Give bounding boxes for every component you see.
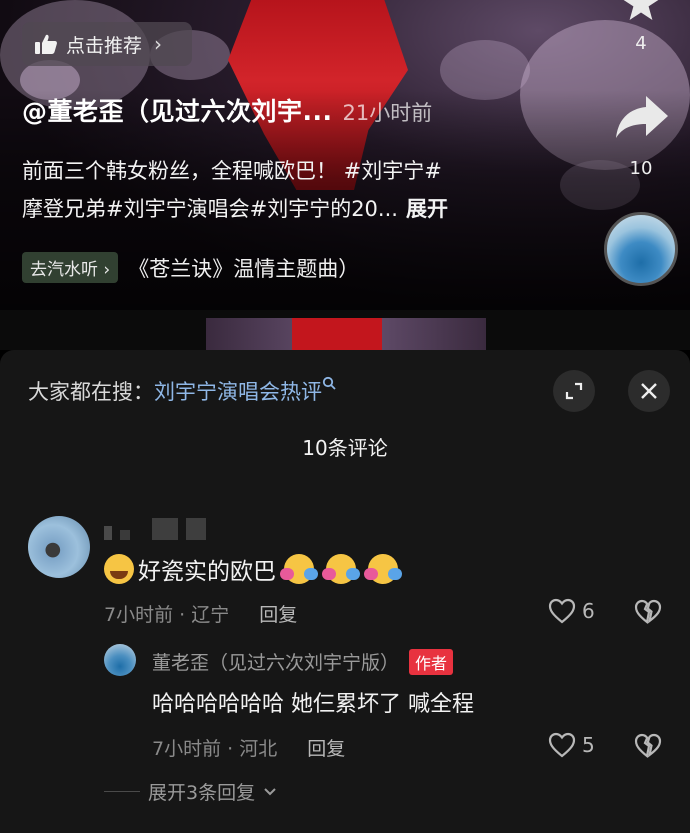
reply-button[interactable]: 回复	[259, 600, 297, 627]
close-button[interactable]	[628, 370, 670, 412]
crying-laughing-emoji	[104, 554, 134, 584]
like-button[interactable]: 5	[548, 732, 595, 758]
comment-meta: 7小时前 · 辽宁 回复	[104, 600, 297, 627]
video-author[interactable]: @董老歪（见过六次刘宇...	[22, 92, 333, 128]
music-title[interactable]: 《苍兰诀》温情主题曲）	[128, 253, 359, 283]
reply-button[interactable]: 回复	[307, 734, 345, 761]
author-badge: 作者	[409, 648, 454, 675]
caption-expand-button[interactable]: 展开	[406, 197, 448, 221]
avatar[interactable]	[104, 644, 136, 676]
chevron-down-icon	[264, 787, 276, 795]
star-count: 4	[635, 33, 647, 54]
reply-meta: 7小时前 · 河北 回复	[152, 734, 345, 761]
comment-count-title: 10条评论	[302, 436, 388, 460]
expand-replies-button[interactable]: 展开3条回复	[104, 778, 277, 805]
chevron-right-icon: ›	[154, 32, 163, 56]
music-disc[interactable]	[604, 212, 678, 286]
expand-icon	[565, 382, 583, 400]
broken-heart-icon[interactable]	[634, 599, 662, 625]
trending-search-prefix: 大家都在搜：	[28, 380, 154, 404]
music-tag-label: 去汽水听	[30, 260, 98, 280]
reply-time-location: 7小时前 · 河北	[152, 738, 278, 760]
video-time: 21小时前	[342, 101, 433, 125]
caption-line-2: 摩登兄弟#刘宇宁演唱会#刘宇宁的20...	[22, 197, 398, 221]
comment-body: 好瓷实的欧巴	[104, 552, 402, 586]
thumbs-up-icon	[35, 34, 57, 54]
expand-replies-label: 展开3条回复	[148, 782, 256, 804]
comment-panel: 大家都在搜：刘宇宁演唱会热评 10条评论 好瓷实的欧巴 7小时前 · 辽宁 回复	[0, 350, 690, 833]
trending-search[interactable]: 大家都在搜：刘宇宁演唱会热评	[28, 376, 338, 406]
heart-icon	[548, 598, 576, 624]
video-caption: 前面三个韩女粉丝，全程喊欧巴！ #刘宇宁# 摩登兄弟#刘宇宁演唱会#刘宇宁的20…	[22, 152, 582, 228]
hugging-emoji	[280, 554, 318, 584]
recommend-button[interactable]: 点击推荐 ›	[22, 22, 192, 66]
caption-line-1: 前面三个韩女粉丝，全程喊欧巴！ #刘宇宁#	[22, 159, 442, 183]
next-video-preview	[206, 318, 486, 350]
hugging-emoji	[322, 554, 360, 584]
reply-author-row: 董老歪（见过六次刘宇宁版） 作者	[152, 648, 454, 675]
like-count: 6	[582, 599, 595, 623]
comment-time-location: 7小时前 · 辽宁	[104, 604, 230, 626]
recommend-label: 点击推荐	[66, 34, 143, 57]
search-icon	[322, 376, 336, 390]
reply-text: 哈哈哈哈哈哈 她仨累坏了 喊全程	[152, 692, 474, 717]
reply-author-name[interactable]: 董老歪（见过六次刘宇宁版）	[152, 648, 399, 675]
share-arrow-icon[interactable]	[614, 94, 670, 140]
hugging-emoji	[364, 554, 402, 584]
expand-panel-button[interactable]	[553, 370, 595, 412]
share-count: 10	[629, 158, 653, 179]
broken-heart-icon[interactable]	[634, 733, 662, 759]
heart-icon	[548, 732, 576, 758]
close-icon	[641, 383, 657, 399]
trending-search-term[interactable]: 刘宇宁演唱会热评	[154, 380, 322, 404]
like-button[interactable]: 6	[548, 598, 595, 624]
avatar[interactable]	[28, 516, 90, 578]
like-count: 5	[582, 733, 595, 757]
comment-text: 好瓷实的欧巴	[138, 559, 276, 585]
open-in-music-app-button[interactable]: 去汽水听 ›	[22, 252, 119, 283]
masked-username[interactable]	[104, 518, 206, 540]
